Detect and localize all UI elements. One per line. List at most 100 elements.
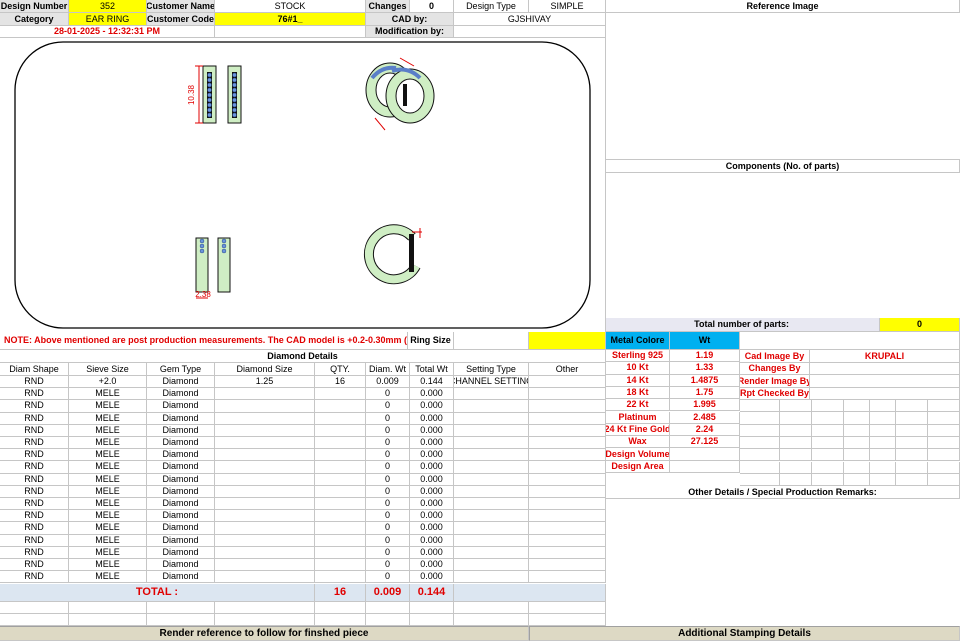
- cell-diam-wt[interactable]: 0.009: [366, 376, 410, 389]
- cell-gem-type[interactable]: Diamond: [147, 376, 215, 389]
- cell-setting-type[interactable]: [454, 522, 529, 535]
- cell-other[interactable]: [529, 485, 606, 498]
- cell-other[interactable]: [529, 376, 606, 389]
- cell-diam-shape[interactable]: RND: [0, 510, 69, 523]
- metal-wt[interactable]: [670, 448, 740, 461]
- cell-sieve-size[interactable]: MELE: [69, 559, 147, 572]
- cell-diamond-size[interactable]: [215, 534, 315, 547]
- cell-other[interactable]: [529, 546, 606, 559]
- render-image-by-value[interactable]: [810, 375, 960, 388]
- metal-wt[interactable]: 1.995: [670, 399, 740, 412]
- cell-qty[interactable]: [315, 559, 366, 572]
- cell-total-wt[interactable]: 0.000: [410, 485, 454, 498]
- cell-total-wt[interactable]: 0.000: [410, 559, 454, 572]
- cad-by-value[interactable]: GJSHIVAY: [454, 13, 606, 26]
- cell-other[interactable]: [529, 473, 606, 486]
- cell-total-wt[interactable]: 0.000: [410, 546, 454, 559]
- cell-diam-wt[interactable]: 0: [366, 485, 410, 498]
- cell-other[interactable]: [529, 571, 606, 584]
- cell-qty[interactable]: [315, 412, 366, 425]
- cell-gem-type[interactable]: Diamond: [147, 559, 215, 572]
- cell-setting-type[interactable]: [454, 498, 529, 511]
- cell-sieve-size[interactable]: MELE: [69, 571, 147, 584]
- cell-diam-wt[interactable]: 0: [366, 461, 410, 474]
- cell-diam-shape[interactable]: RND: [0, 522, 69, 535]
- cell-sieve-size[interactable]: MELE: [69, 546, 147, 559]
- cell-diam-shape[interactable]: RND: [0, 546, 69, 559]
- cell-setting-type[interactable]: CHANNEL SETTING: [454, 376, 529, 389]
- cell-sieve-size[interactable]: MELE: [69, 485, 147, 498]
- cell-qty[interactable]: 16: [315, 376, 366, 389]
- cell-diam-shape[interactable]: RND: [0, 534, 69, 547]
- cell-diam-wt[interactable]: 0: [366, 412, 410, 425]
- cell-diamond-size[interactable]: [215, 485, 315, 498]
- cell-setting-type[interactable]: [454, 510, 529, 523]
- cell-qty[interactable]: [315, 461, 366, 474]
- cell-diam-wt[interactable]: 0: [366, 400, 410, 413]
- cell-total-wt[interactable]: 0.144: [410, 376, 454, 389]
- cell-setting-type[interactable]: [454, 534, 529, 547]
- cell-diamond-size[interactable]: [215, 388, 315, 401]
- cell-diam-shape[interactable]: RND: [0, 400, 69, 413]
- metal-wt[interactable]: 27.125: [670, 436, 740, 449]
- cell-gem-type[interactable]: Diamond: [147, 437, 215, 450]
- cell-total-wt[interactable]: 0.000: [410, 424, 454, 437]
- cell-diam-shape[interactable]: RND: [0, 498, 69, 511]
- cell-gem-type[interactable]: Diamond: [147, 498, 215, 511]
- cell-total-wt[interactable]: 0.000: [410, 534, 454, 547]
- cell-gem-type[interactable]: Diamond: [147, 449, 215, 462]
- cell-total-wt[interactable]: 0.000: [410, 571, 454, 584]
- cell-gem-type[interactable]: Diamond: [147, 424, 215, 437]
- cell-diam-shape[interactable]: RND: [0, 388, 69, 401]
- rpt-checked-by-value[interactable]: [810, 388, 960, 400]
- customer-name-value[interactable]: STOCK: [215, 0, 366, 13]
- cell-diam-shape[interactable]: RND: [0, 449, 69, 462]
- cell-sieve-size[interactable]: MELE: [69, 461, 147, 474]
- cell-sieve-size[interactable]: MELE: [69, 424, 147, 437]
- cell-diamond-size[interactable]: [215, 510, 315, 523]
- cell-other[interactable]: [529, 424, 606, 437]
- cell-total-wt[interactable]: 0.000: [410, 437, 454, 450]
- cell-other[interactable]: [529, 400, 606, 413]
- other-details-area[interactable]: [606, 499, 960, 626]
- cell-diamond-size[interactable]: [215, 461, 315, 474]
- cell-total-wt[interactable]: 0.000: [410, 473, 454, 486]
- cell-diam-wt[interactable]: 0: [366, 546, 410, 559]
- cell-other[interactable]: [529, 388, 606, 401]
- cell-diamond-size[interactable]: 1.25: [215, 376, 315, 389]
- cell-diamond-size[interactable]: [215, 522, 315, 535]
- cell-diam-shape[interactable]: RND: [0, 461, 69, 474]
- cell-setting-type[interactable]: [454, 559, 529, 572]
- cell-sieve-size[interactable]: MELE: [69, 449, 147, 462]
- metal-wt[interactable]: [670, 460, 740, 473]
- cell-total-wt[interactable]: 0.000: [410, 510, 454, 523]
- cell-diam-wt[interactable]: 0: [366, 437, 410, 450]
- cell-diam-wt[interactable]: 0: [366, 534, 410, 547]
- cell-diam-shape[interactable]: RND: [0, 437, 69, 450]
- cell-other[interactable]: [529, 522, 606, 535]
- cell-total-wt[interactable]: 0.000: [410, 498, 454, 511]
- cell-diam-wt[interactable]: 0: [366, 498, 410, 511]
- cell-qty[interactable]: [315, 546, 366, 559]
- metal-wt[interactable]: 1.33: [670, 362, 740, 375]
- cell-gem-type[interactable]: Diamond: [147, 546, 215, 559]
- cell-diamond-size[interactable]: [215, 400, 315, 413]
- cell-diamond-size[interactable]: [215, 498, 315, 511]
- cell-gem-type[interactable]: Diamond: [147, 571, 215, 584]
- cell-other[interactable]: [529, 534, 606, 547]
- cell-qty[interactable]: [315, 510, 366, 523]
- cell-diam-shape[interactable]: RND: [0, 424, 69, 437]
- cell-diam-wt[interactable]: 0: [366, 473, 410, 486]
- cell-diamond-size[interactable]: [215, 424, 315, 437]
- cell-qty[interactable]: [315, 522, 366, 535]
- changes-by-value[interactable]: [810, 363, 960, 375]
- cell-gem-type[interactable]: Diamond: [147, 534, 215, 547]
- cell-setting-type[interactable]: [454, 412, 529, 425]
- cell-sieve-size[interactable]: MELE: [69, 498, 147, 511]
- ring-size-value[interactable]: [529, 332, 606, 350]
- cell-setting-type[interactable]: [454, 437, 529, 450]
- cell-diamond-size[interactable]: [215, 437, 315, 450]
- category-value[interactable]: EAR RING: [69, 13, 147, 26]
- cell-qty[interactable]: [315, 437, 366, 450]
- design-type-value[interactable]: SIMPLE: [529, 0, 606, 13]
